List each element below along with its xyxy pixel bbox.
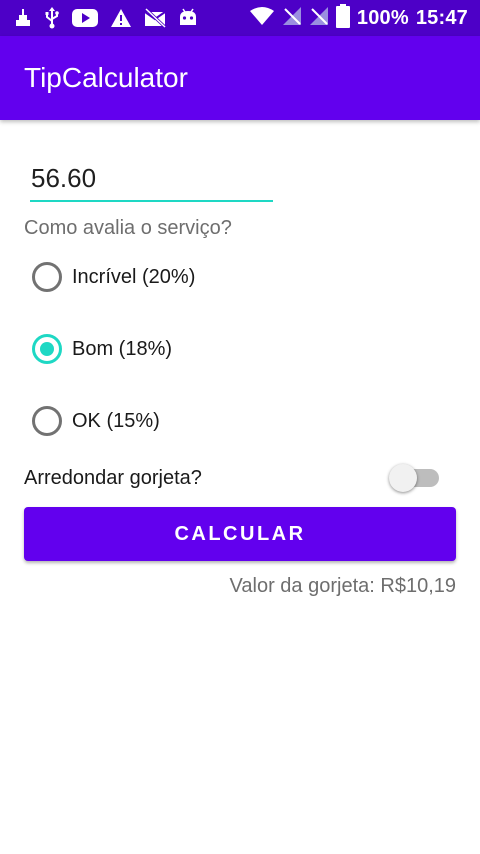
battery-icon: [335, 3, 350, 33]
no-signal-icon: [309, 6, 329, 31]
status-bar-notification-icons: [14, 6, 198, 30]
tip-result-text: Valor da gorjeta: R$10,19: [229, 575, 456, 597]
round-up-switch[interactable]: [389, 462, 441, 494]
radio-button-circle-checked[interactable]: [32, 334, 62, 364]
app-bar: TipCalculator: [0, 36, 480, 120]
wifi-icon: [249, 6, 275, 31]
service-question-label: Como avalia o serviço?: [24, 217, 232, 239]
android-icon: [178, 8, 198, 28]
option-good-label: Bom (18%): [72, 337, 173, 360]
mail-off-icon: [144, 8, 166, 28]
battery-percentage: 100%: [356, 6, 409, 29]
switch-thumb: [389, 464, 417, 492]
radio-button-circle[interactable]: [32, 406, 62, 436]
warning-icon: [110, 8, 132, 28]
no-signal-icon: [282, 6, 302, 31]
status-clock: 15:47: [415, 6, 468, 29]
notification-icon: [14, 8, 32, 28]
option-ok-label: OK (15%): [72, 409, 160, 432]
usb-icon: [44, 7, 60, 29]
option-ok-radio[interactable]: OK (15%): [32, 403, 160, 439]
option-amazing-label: Incrível (20%): [72, 265, 196, 288]
status-bar: 100% 15:47: [0, 0, 480, 36]
app-title: TipCalculator: [24, 62, 188, 93]
calculate-button[interactable]: CALCULAR: [24, 507, 456, 561]
cost-of-service-input[interactable]: [30, 156, 273, 202]
option-amazing-radio[interactable]: Incrível (20%): [32, 259, 195, 295]
status-bar-system-icons: 100% 15:47: [249, 3, 468, 33]
youtube-icon: [72, 8, 98, 28]
round-up-label: Arredondar gorjeta?: [24, 467, 202, 489]
radio-button-circle[interactable]: [32, 262, 62, 292]
option-good-radio[interactable]: Bom (18%): [32, 331, 172, 367]
